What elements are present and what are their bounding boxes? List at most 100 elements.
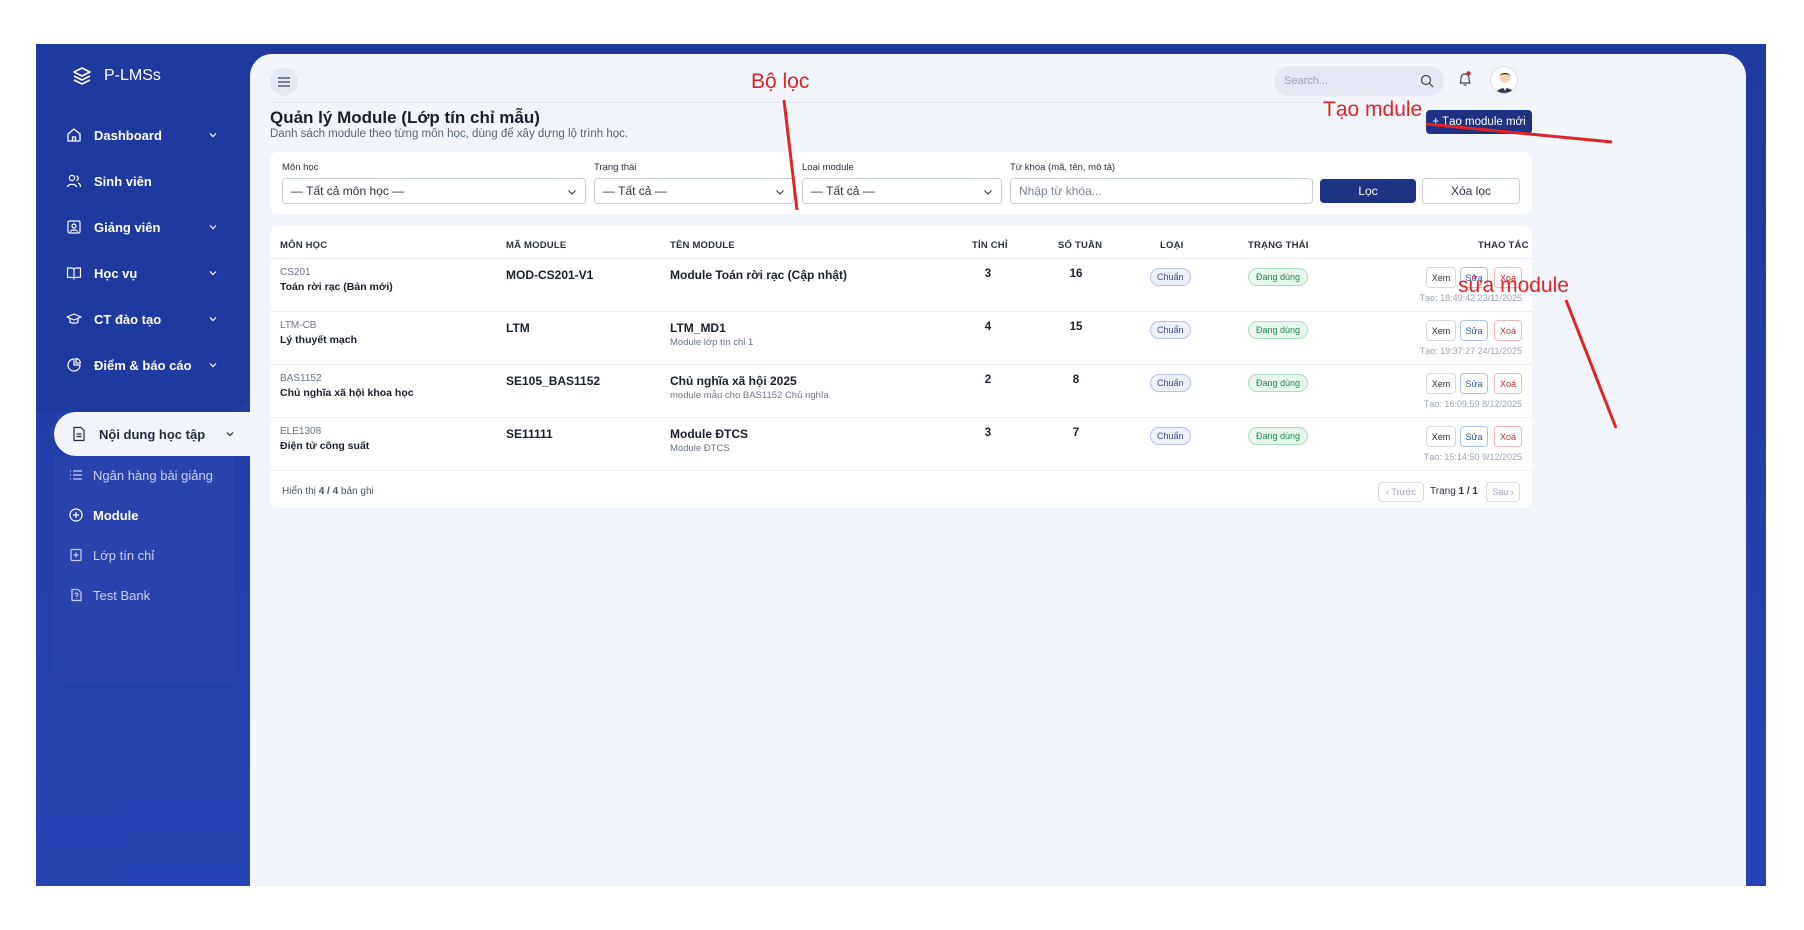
col-header-weeks: SỐ TUẦN [1058, 240, 1103, 251]
subject-name: Toán rời rạc (Bản mới) [280, 281, 393, 293]
type-filter-select[interactable]: — Tất cả — [802, 178, 1002, 204]
credits-value: 4 [984, 321, 992, 333]
view-button[interactable]: Xem [1426, 320, 1456, 341]
type-filter-value: — Tất cả — [811, 184, 875, 198]
filter-panel: Môn học — Tất cả môn học — Trạng thái — … [270, 152, 1532, 214]
module-code: SE11111 [506, 427, 553, 441]
edit-button[interactable]: Sửa [1460, 426, 1488, 447]
weeks-value: 7 [1072, 427, 1080, 439]
weeks-value: 16 [1069, 268, 1083, 280]
edit-button[interactable]: Sửa [1460, 320, 1488, 341]
sidebar-item-learning-content[interactable]: Nội dung học tập [54, 412, 250, 456]
file-plus-icon [69, 548, 83, 562]
sidebar-subitem-label: Module [93, 507, 139, 523]
view-button[interactable]: Xem [1426, 426, 1456, 447]
pager-page-value: 1 / 1 [1458, 486, 1478, 497]
module-name: Chủ nghĩa xã hội 2025 [670, 374, 797, 388]
delete-button[interactable]: Xoá [1494, 320, 1522, 341]
clear-filter-button[interactable]: Xóa lọc [1422, 178, 1520, 204]
header-divider [270, 102, 1320, 103]
subject-code: CS201 [280, 267, 311, 278]
keyword-filter-label: Từ khóa (mã, tên, mô tả) [1010, 162, 1116, 173]
delete-button[interactable]: Xoá [1494, 426, 1522, 447]
subject-cell: LTM-CB Lý thuyết mạch [280, 320, 357, 346]
table-footer-divider [270, 470, 1532, 471]
delete-button[interactable]: Xoá [1494, 373, 1522, 394]
status-filter-label: Trạng thái [594, 162, 637, 173]
keyword-filter-input[interactable] [1010, 178, 1313, 204]
status-badge: Đang dùng [1248, 427, 1309, 445]
subject-filter-select[interactable]: — Tất cả môn học — [282, 178, 586, 204]
record-count-suffix: bản ghi [338, 486, 374, 497]
table-row: BAS1152 Chủ nghĩa xã hội khoa học SE105_… [270, 364, 1532, 417]
sidebar-item-dashboard[interactable]: Dashboard [66, 122, 217, 148]
edit-annotation-label: sửa module [1458, 274, 1569, 297]
record-count-prefix: Hiển thị [282, 486, 319, 497]
col-header-actions: THAO TÁC [1478, 240, 1529, 251]
create-module-button[interactable]: + Tạo module mới [1426, 110, 1532, 134]
module-description: Module lớp tín chỉ 1 [670, 337, 754, 348]
sidebar-subitem-module[interactable]: Module [69, 504, 139, 526]
module-table: MÔN HỌC MÃ MODULE TÊN MODULE TÍN CHỈ SỐ … [270, 226, 1532, 508]
plus-circle-icon [69, 508, 83, 522]
bell-icon[interactable] [1456, 70, 1474, 88]
sidebar-subitem-label: Ngân hàng bài giảng [93, 467, 213, 483]
record-count: Hiển thị 4 / 4 bản ghi [282, 486, 374, 497]
sidebar-item-academic[interactable]: Học vụ [66, 260, 217, 286]
page-title: Quản lý Module (Lớp tín chỉ mẫu) [270, 108, 540, 127]
sidebar-item-grades-reports[interactable]: Điểm & báo cáo [66, 352, 217, 378]
pie-chart-icon [66, 357, 82, 373]
table-row: ELE1308 Điện tử công suất SE11111 Module… [270, 417, 1532, 470]
sidebar: P-LMSs Dashboard Sinh viên Giảng viên Họ… [36, 44, 250, 886]
sidebar-subitem-credit-class[interactable]: Lớp tín chỉ [69, 544, 154, 566]
module-name-cell: Module ĐTCS Module ĐTCS [670, 427, 748, 454]
view-button[interactable]: Xem [1426, 373, 1456, 394]
file-question-icon [69, 588, 83, 602]
chevron-down-icon [984, 190, 992, 195]
type-filter-label: Loại module [802, 162, 854, 173]
list-icon [69, 468, 83, 482]
brand-name: P-LMSs [104, 67, 161, 84]
apply-filter-button[interactable]: Lọc [1320, 179, 1416, 203]
type-badge: Chuẩn [1150, 268, 1191, 286]
subject-filter-label: Môn học [282, 162, 319, 173]
module-code: MOD-CS201-V1 [506, 268, 594, 282]
sidebar-item-curriculum[interactable]: CT đào tạo [66, 306, 217, 332]
subject-name: Lý thuyết mạch [280, 334, 358, 346]
sidebar-item-label: Giảng viên [94, 219, 161, 235]
users-icon [66, 173, 82, 189]
module-code: SE105_BAS1152 [506, 374, 601, 388]
chevron-down-icon [226, 432, 234, 437]
pager-prev-button[interactable]: ‹ Trước [1378, 482, 1424, 502]
status-filter-select[interactable]: — Tất cả — [594, 178, 794, 204]
chevron-down-icon [568, 190, 576, 195]
avatar[interactable] [1490, 66, 1518, 94]
chevron-down-icon [209, 133, 217, 138]
sidebar-subitem-test-bank[interactable]: Test Bank [69, 584, 150, 606]
sidebar-item-students[interactable]: Sinh viên [66, 168, 216, 194]
status-badge: Đang dùng [1248, 374, 1309, 392]
brand[interactable]: P-LMSs [72, 66, 161, 86]
chevron-down-icon [209, 225, 217, 230]
module-code: LTM [506, 321, 530, 335]
status-filter-value: — Tất cả — [603, 184, 667, 198]
menu-toggle-button[interactable] [270, 68, 298, 96]
graduation-cap-icon [66, 311, 82, 327]
create-annotation-label: Tạo mdule [1323, 98, 1423, 121]
id-card-icon [66, 219, 82, 235]
edit-button[interactable]: Sửa [1460, 373, 1488, 394]
view-button[interactable]: Xem [1426, 267, 1456, 288]
sidebar-subitem-lecture-bank[interactable]: Ngân hàng bài giảng [69, 464, 213, 486]
chevron-down-icon [776, 190, 784, 195]
credits-value: 3 [984, 268, 992, 280]
chevron-down-icon [209, 317, 217, 322]
col-header-subject: MÔN HỌC [280, 240, 328, 251]
pager-next-button[interactable]: Sau › [1486, 482, 1520, 502]
sidebar-item-lecturers[interactable]: Giảng viên [66, 214, 217, 240]
type-badge: Chuẩn [1150, 374, 1191, 392]
module-name: Module Toán rời rạc (Cập nhật) [670, 268, 847, 282]
search-icon[interactable] [1420, 74, 1434, 88]
created-timestamp: Tạo: 16:09:59 8/12/2025 [1423, 399, 1522, 409]
search-input[interactable] [1284, 66, 1414, 96]
pager-page-prefix: Trang [1430, 486, 1459, 497]
